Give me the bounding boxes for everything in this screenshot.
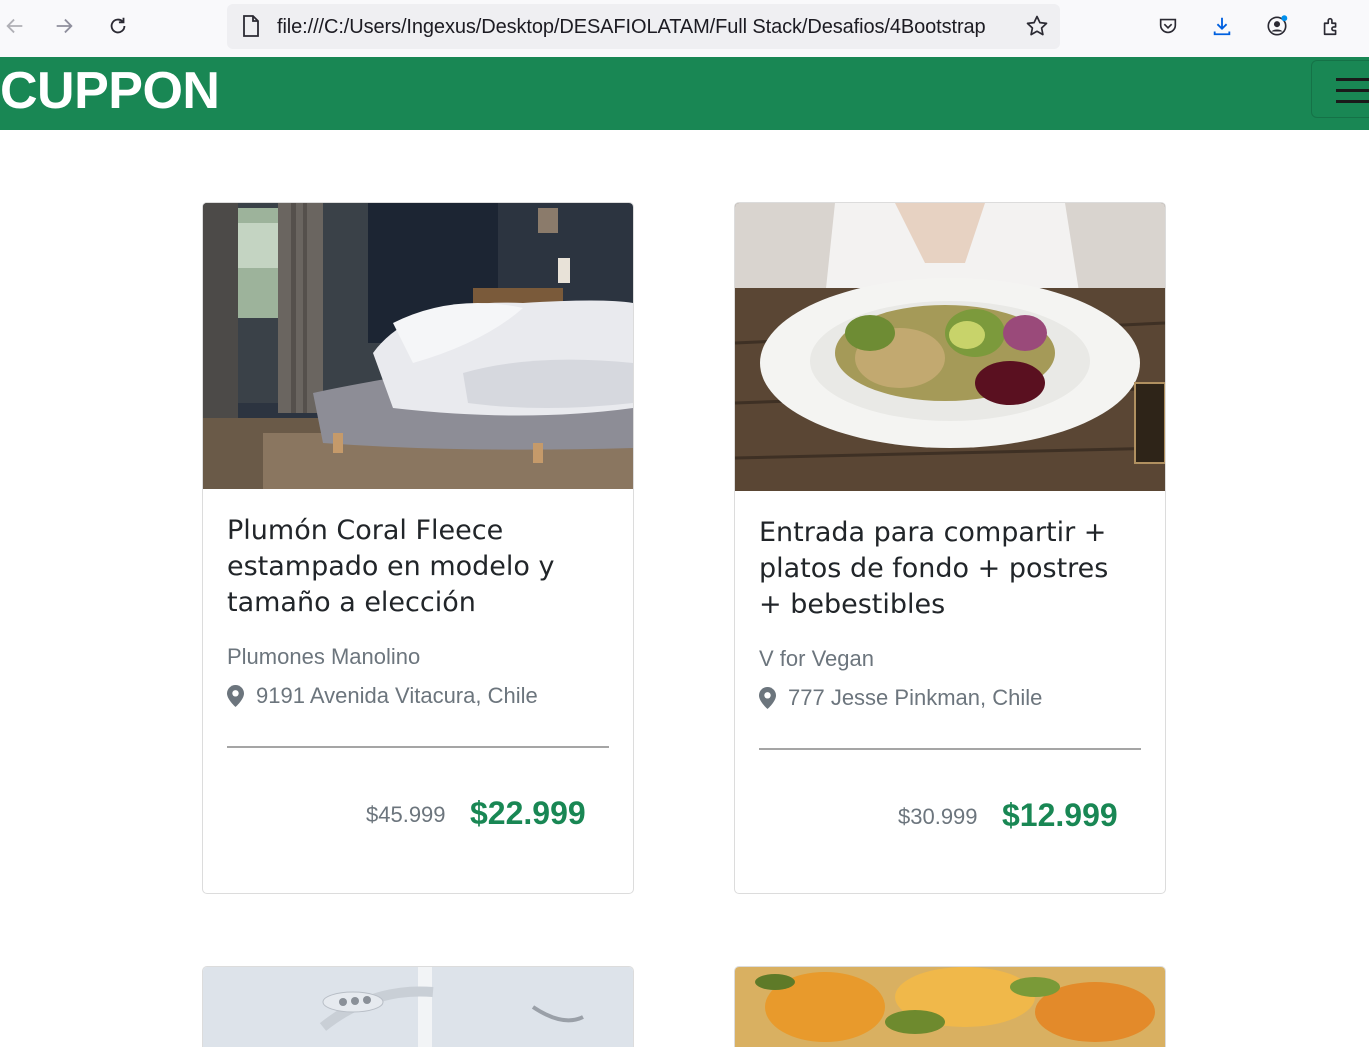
old-price: $45.999: [366, 802, 446, 827]
reload-icon[interactable]: [103, 8, 133, 44]
browser-toolbar: file:///C:/Users/Ingexus/Desktop/DESAFIO…: [0, 0, 1369, 57]
page-icon: [243, 15, 259, 37]
forward-icon[interactable]: [49, 8, 79, 44]
deal-card[interactable]: [734, 966, 1166, 1047]
hamburger-line: [1336, 89, 1369, 92]
deal-title[interactable]: Entrada para compartir + platos de fondo…: [759, 515, 1129, 623]
deal-address: 9191 Avenida Vitacura, Chile: [227, 683, 538, 709]
deal-title[interactable]: Plumón Coral Fleece estampado en modelo …: [227, 513, 597, 621]
pocket-icon[interactable]: [1153, 8, 1183, 44]
food-dish-photo: [735, 967, 1165, 1047]
card-divider: [227, 746, 609, 748]
vegan-salad-bowl-photo: [735, 203, 1165, 491]
merchant-name: Plumones Manolino: [227, 644, 421, 669]
location-pin-icon: [227, 685, 244, 707]
deal-card[interactable]: Plumón Coral Fleece estampado en modelo …: [202, 202, 634, 894]
hamburger-line: [1336, 78, 1369, 81]
location-pin-icon: [759, 687, 776, 709]
extensions-icon[interactable]: [1316, 8, 1346, 44]
back-icon[interactable]: [0, 8, 30, 44]
bedroom-bed-photo: [203, 203, 633, 489]
address-text: 9191 Avenida Vitacura, Chile: [256, 683, 538, 708]
old-price: $30.999: [898, 804, 978, 829]
deal-card[interactable]: [202, 966, 634, 1047]
card-divider: [759, 748, 1141, 750]
address-bar[interactable]: file:///C:/Users/Ingexus/Desktop/DESAFIO…: [227, 4, 1060, 49]
deal-card[interactable]: Entrada para compartir + platos de fondo…: [734, 202, 1166, 894]
site-navbar: CUPPON: [0, 57, 1369, 130]
bookmark-star-icon[interactable]: [1025, 14, 1049, 38]
url-text: file:///C:/Users/Ingexus/Desktop/DESAFIO…: [277, 16, 986, 38]
merchant-name: V for Vegan: [759, 646, 874, 671]
account-icon[interactable]: [1262, 8, 1292, 44]
brand-logo[interactable]: CUPPON: [0, 60, 220, 122]
deal-address: 777 Jesse Pinkman, Chile: [759, 685, 1042, 711]
downloads-icon[interactable]: [1207, 8, 1237, 44]
address-text: 777 Jesse Pinkman, Chile: [788, 685, 1043, 710]
hamburger-line: [1336, 100, 1369, 103]
navbar-toggler-button[interactable]: [1311, 60, 1369, 118]
new-price: $22.999: [470, 795, 586, 831]
new-price: $12.999: [1002, 797, 1118, 833]
dental-lamp-photo: [203, 967, 633, 1047]
